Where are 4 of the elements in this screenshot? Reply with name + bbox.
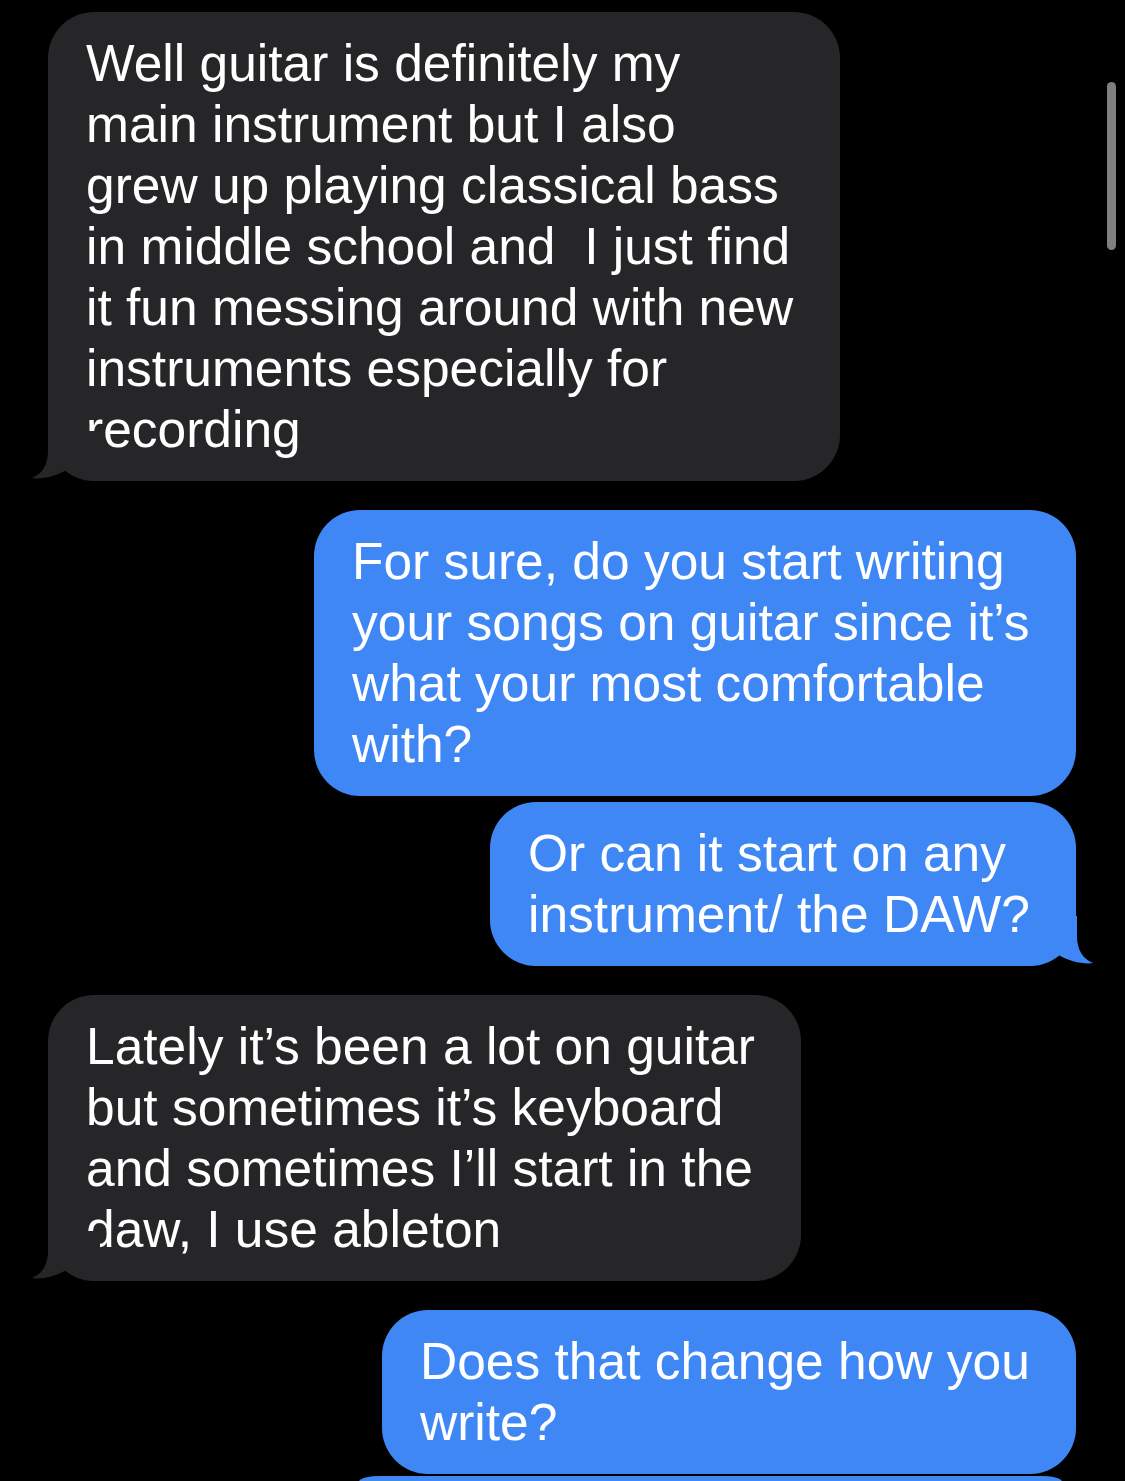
sent-message: For sure, do you start writing your songs on guitar since it’s what your most comfortable with? — [314, 510, 1076, 796]
sent-message: Or can it start on any instrument/ the DAW? — [490, 802, 1076, 966]
received-message: Well guitar is definitely my main instrument but I also grew up playing classical bass in middle school and I just find it fun messing around with new instruments especially for recording — [48, 12, 840, 481]
sent-message: Does that change how you write? — [382, 1310, 1076, 1474]
